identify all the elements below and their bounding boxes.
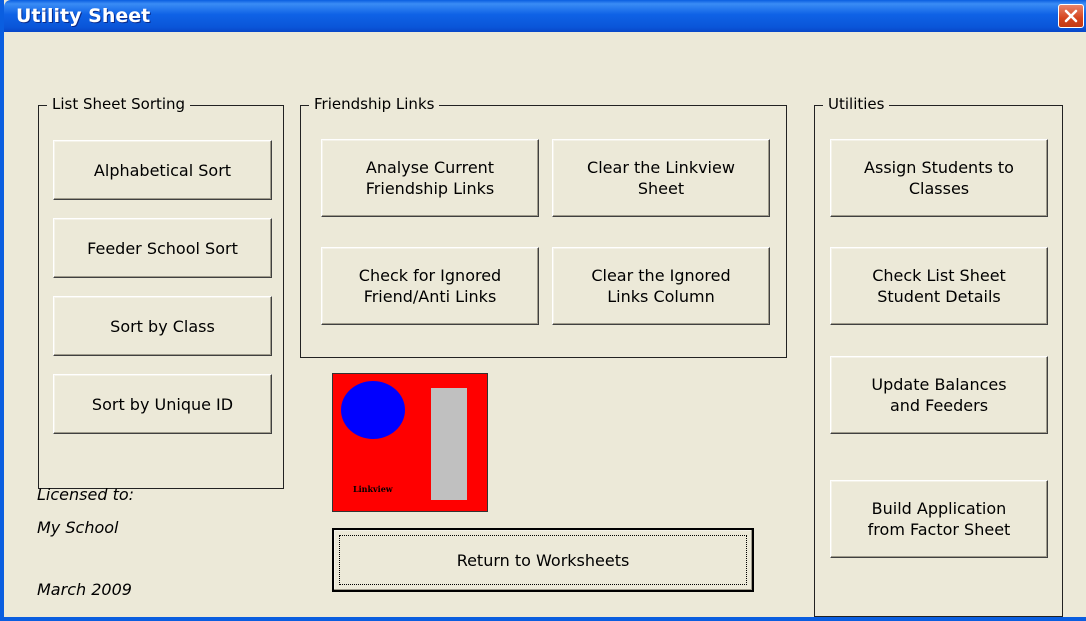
friendship-links-label: Friendship Links: [309, 95, 440, 113]
licensee-school: My School: [37, 518, 119, 537]
list-sheet-sorting-group: List Sheet Sorting Alphabetical Sort Fee…: [38, 95, 284, 489]
analyse-friendship-links-button[interactable]: Analyse Current Friendship Links: [321, 139, 539, 217]
assign-students-button[interactable]: Assign Students to Classes: [830, 139, 1048, 217]
logo-text: Linkview: [353, 484, 393, 494]
check-student-details-button[interactable]: Check List Sheet Student Details: [830, 247, 1048, 325]
sort-by-unique-id-button[interactable]: Sort by Unique ID: [53, 374, 272, 434]
close-icon: [1064, 9, 1078, 23]
friendship-links-group: Friendship Links Analyse Current Friends…: [300, 95, 787, 358]
clear-linkview-sheet-button[interactable]: Clear the Linkview Sheet: [552, 139, 770, 217]
linkview-logo: Linkview: [332, 373, 488, 512]
list-sheet-sorting-label: List Sheet Sorting: [47, 95, 191, 113]
dialog-window: Utility Sheet List Sheet Sorting Alphabe…: [0, 0, 1086, 621]
close-button[interactable]: [1058, 4, 1084, 28]
utilities-group: Utilities Assign Students to Classes Che…: [814, 95, 1063, 617]
dialog-client-area: List Sheet Sorting Alphabetical Sort Fee…: [8, 32, 1086, 617]
title-bar[interactable]: Utility Sheet: [4, 0, 1086, 32]
focus-rectangle: [339, 535, 747, 585]
clear-ignored-links-button[interactable]: Clear the Ignored Links Column: [552, 247, 770, 325]
alphabetical-sort-button[interactable]: Alphabetical Sort: [53, 140, 272, 200]
check-ignored-links-button[interactable]: Check for Ignored Friend/Anti Links: [321, 247, 539, 325]
logo-circle: [341, 381, 405, 439]
utilities-label: Utilities: [823, 95, 890, 113]
update-balances-button[interactable]: Update Balances and Feeders: [830, 356, 1048, 434]
feeder-school-sort-button[interactable]: Feeder School Sort: [53, 218, 272, 278]
license-date: March 2009: [37, 580, 132, 599]
licensed-to-label: Licensed to:: [37, 485, 135, 504]
window-title: Utility Sheet: [16, 5, 151, 27]
logo-bar: [431, 388, 467, 500]
build-application-button[interactable]: Build Application from Factor Sheet: [830, 480, 1048, 558]
sort-by-class-button[interactable]: Sort by Class: [53, 296, 272, 356]
return-to-worksheets-button[interactable]: Return to Worksheets: [332, 528, 754, 592]
